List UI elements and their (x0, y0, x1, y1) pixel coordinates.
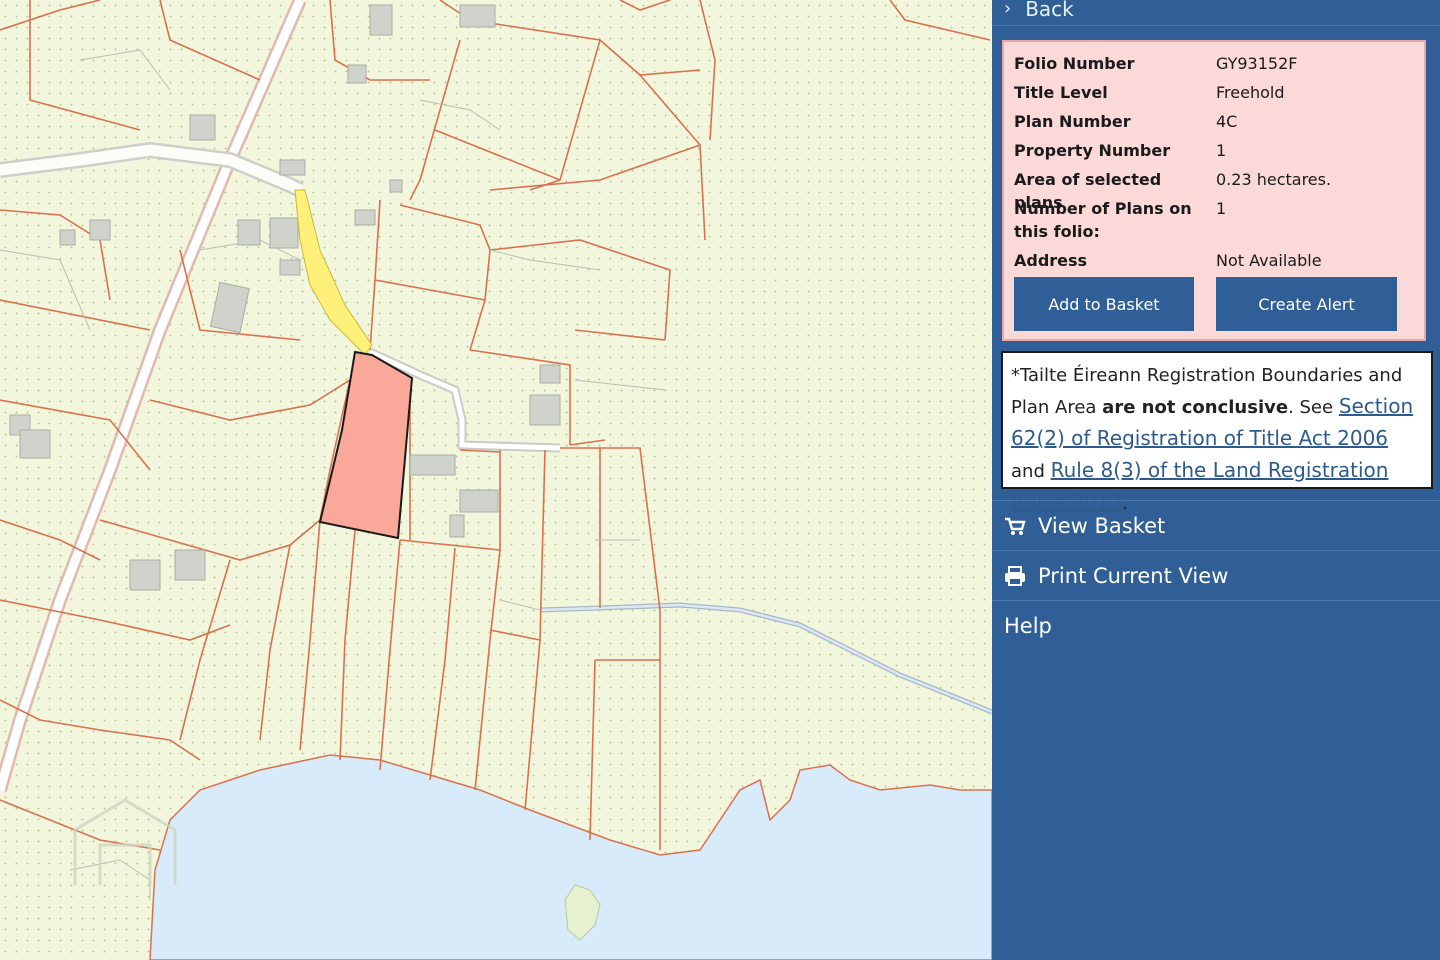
stream-fill (539, 603, 992, 714)
printer-icon (1005, 565, 1025, 586)
selected-plot[interactable] (318, 350, 414, 540)
map-view[interactable] (0, 0, 992, 960)
add-to-basket-button[interactable]: Add to Basket (1014, 277, 1194, 331)
info-value: 0.23 hectares. (1216, 170, 1332, 189)
print-view-label: Print Current View (1038, 563, 1229, 588)
info-key: Folio Number (1014, 54, 1135, 73)
info-key: Number of Plans on this folio: (1014, 199, 1192, 241)
folio-info-box: Folio Number GY93152F Title Level Freeho… (1002, 40, 1426, 341)
view-basket-menu-item[interactable]: View Basket (992, 500, 1440, 550)
print-view-menu-item[interactable]: Print Current View (992, 550, 1440, 600)
main-road (0, 0, 307, 792)
cart-icon (1005, 517, 1026, 535)
info-value: 4C (1216, 112, 1238, 131)
info-key: Property Number (1014, 141, 1171, 160)
info-key: Title Level (1014, 83, 1108, 102)
create-alert-button[interactable]: Create Alert (1216, 277, 1397, 331)
info-key: Address (1014, 251, 1088, 270)
info-key: Plan Number (1014, 112, 1131, 131)
note-and: and (1011, 461, 1051, 482)
parcel-boundaries (0, 0, 991, 851)
note-see: . See (1288, 397, 1339, 418)
back-link[interactable]: › Back (992, 0, 1440, 26)
help-label: Help (1004, 613, 1052, 638)
info-value: Not Available (1216, 251, 1322, 270)
info-value: 1 (1216, 199, 1227, 218)
view-basket-label: View Basket (1038, 513, 1166, 538)
chevron-right-icon: › (1004, 0, 1012, 19)
disclaimer-note: *Tailte Éireann Registration Boundaries … (1001, 351, 1433, 514)
map-canvas[interactable] (0, 0, 992, 960)
info-value: Freehold (1216, 83, 1285, 102)
note-emphasis: are not conclusive (1102, 397, 1289, 418)
info-value: GY93152F (1216, 54, 1298, 73)
sidebar-panel: › Back Folio Number GY93152F Title Level… (992, 0, 1440, 960)
info-value: 1 (1216, 141, 1227, 160)
help-menu-item[interactable]: Help (992, 600, 1440, 650)
stream (539, 602, 992, 715)
back-label: Back (1025, 0, 1074, 21)
